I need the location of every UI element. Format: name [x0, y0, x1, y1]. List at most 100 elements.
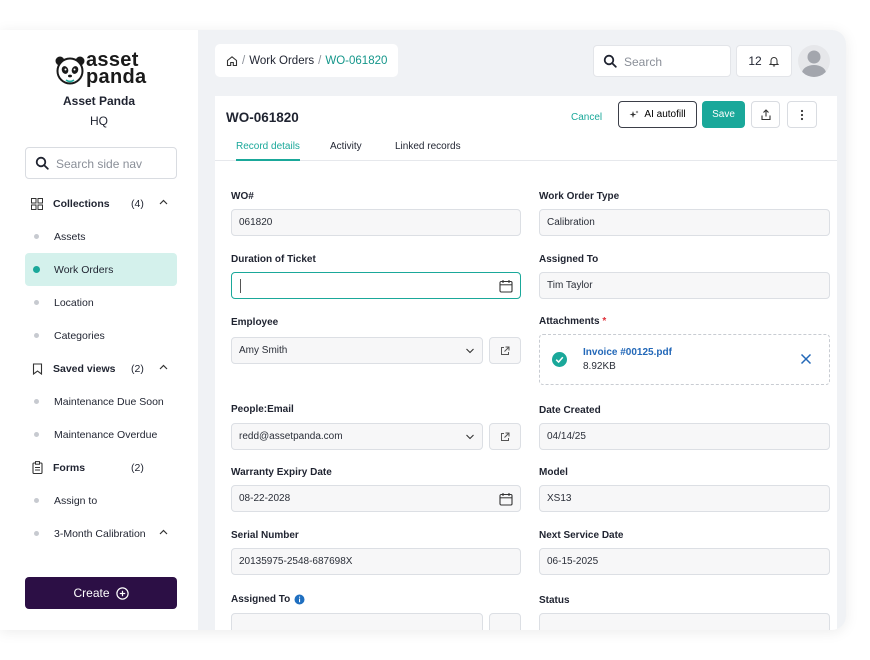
search-icon: [603, 54, 617, 68]
work-order-type-field[interactable]: Calibration: [539, 209, 830, 236]
plus-circle-icon: [115, 586, 129, 600]
employee-open-link-button[interactable]: [489, 337, 521, 364]
status-field[interactable]: [539, 613, 830, 630]
nav-count: (4): [131, 197, 144, 210]
ai-autofill-label: AI autofill: [644, 109, 686, 120]
nav-count: (2): [131, 362, 144, 375]
assigned-to-label: Assigned To: [539, 254, 599, 265]
calendar-icon[interactable]: [499, 492, 513, 506]
next-service-date-label: Next Service Date: [539, 530, 624, 541]
next-service-date-field[interactable]: 06-15-2025: [539, 548, 830, 575]
employee-select[interactable]: Amy Smith: [231, 337, 483, 364]
bullet-icon: [34, 333, 39, 338]
close-icon[interactable]: [800, 353, 812, 365]
nav-item-maintenance-due-soon[interactable]: Maintenance Due Soon: [25, 385, 177, 418]
sidebar: asset panda Asset Panda HQ Collections (…: [0, 30, 198, 630]
attachments-label: Attachments *: [539, 316, 606, 327]
user-avatar[interactable]: [798, 45, 830, 77]
nav-count: (2): [131, 461, 144, 474]
wo-number-field[interactable]: 061820: [231, 209, 521, 236]
people-email-select[interactable]: redd@assetpanda.com: [231, 423, 483, 450]
chevron-up-icon[interactable]: [159, 528, 168, 537]
share-icon: [760, 108, 771, 120]
assigned-to-2-select[interactable]: [231, 613, 483, 630]
nav-item-location[interactable]: Location: [25, 286, 177, 319]
tab-linked-records[interactable]: Linked records: [395, 141, 461, 161]
save-button[interactable]: Save: [702, 101, 745, 128]
serial-number-value: 20135975-2548-687698X: [239, 556, 353, 567]
chevron-up-icon[interactable]: [159, 198, 168, 207]
calendar-icon[interactable]: [499, 279, 513, 293]
chevron-down-icon: [466, 348, 474, 354]
required-marker: *: [602, 316, 607, 327]
global-search-input[interactable]: [624, 53, 724, 71]
status-label: Status: [539, 595, 570, 606]
assigned-to-2-label: Assigned To: [231, 594, 305, 605]
warranty-expiry-value: 08-22-2028: [239, 493, 291, 504]
nav-item-categories[interactable]: Categories: [25, 319, 177, 352]
breadcrumb: / Work Orders / WO-061820: [215, 44, 399, 77]
work-order-type-label: Work Order Type: [539, 191, 620, 202]
model-field[interactable]: XS13: [539, 485, 830, 512]
asset-panda-logo: asset panda: [54, 50, 154, 90]
brand-wordmark: asset panda: [86, 50, 147, 88]
breadcrumb-separator: /: [318, 54, 322, 67]
sparkle-icon: [629, 110, 639, 118]
record-title: WO-061820: [226, 110, 299, 125]
text-cursor: [240, 279, 241, 293]
people-email-value: redd@assetpanda.com: [239, 431, 343, 442]
nav-section-saved-views[interactable]: Saved views (2): [25, 352, 177, 385]
nav-label: Assign to: [54, 494, 98, 507]
nav-section-forms[interactable]: Forms (2): [25, 451, 177, 484]
duration-field[interactable]: [231, 272, 521, 299]
nav-label: Saved views: [53, 362, 116, 375]
nav-label: Categories: [54, 329, 105, 342]
tab-activity[interactable]: Activity: [330, 141, 362, 161]
assigned-to-2-label-text: Assigned To: [231, 594, 291, 605]
more-button[interactable]: [787, 101, 817, 128]
attachment-file-name[interactable]: Invoice #00125.pdf: [583, 347, 672, 358]
nav-item-3-month-calibration[interactable]: 3-Month Calibration: [25, 517, 177, 550]
bullet-icon: [33, 266, 40, 273]
email-open-link-button[interactable]: [489, 423, 521, 450]
tab-record-details[interactable]: Record details: [236, 141, 300, 161]
assigned-to-field[interactable]: Tim Taylor: [539, 272, 830, 299]
duration-label: Duration of Ticket: [231, 254, 316, 265]
side-nav-search-input[interactable]: [56, 155, 171, 173]
nav-item-work-orders[interactable]: Work Orders: [25, 253, 177, 286]
side-nav-search[interactable]: [25, 147, 177, 179]
info-icon[interactable]: [294, 594, 305, 605]
cancel-button[interactable]: Cancel: [571, 108, 602, 128]
nav-item-assign-to[interactable]: Assign to: [25, 484, 177, 517]
nav-item-assets[interactable]: Assets: [25, 220, 177, 253]
ai-autofill-button[interactable]: AI autofill: [618, 101, 697, 128]
serial-number-label: Serial Number: [231, 530, 299, 541]
record-card: WO-061820 Cancel AI autofill Save Record…: [215, 96, 837, 630]
chevron-up-icon[interactable]: [159, 363, 168, 372]
people-email-label: People:Email: [231, 404, 294, 415]
date-created-value: 04/14/25: [547, 431, 586, 442]
check-circle-icon: [552, 352, 567, 367]
share-button[interactable]: [751, 101, 780, 128]
serial-number-field[interactable]: 20135975-2548-687698X: [231, 548, 521, 575]
global-search[interactable]: [593, 45, 731, 77]
date-created-field[interactable]: 04/14/25: [539, 423, 830, 450]
nav-item-maintenance-overdue[interactable]: Maintenance Overdue: [25, 418, 177, 451]
breadcrumb-work-orders[interactable]: Work Orders: [249, 55, 314, 67]
org-subtitle: HQ: [90, 114, 108, 128]
next-service-date-value: 06-15-2025: [547, 556, 599, 567]
bullet-icon: [34, 432, 39, 437]
nav-section-collections[interactable]: Collections (4): [25, 187, 177, 220]
brand-line2: panda: [86, 66, 147, 88]
bullet-icon: [34, 399, 39, 404]
home-icon[interactable]: [226, 55, 238, 67]
notifications-button[interactable]: 12: [736, 45, 792, 77]
wo-number-value: 061820: [239, 217, 273, 228]
attachment-item: Invoice #00125.pdf 8.92KB: [539, 334, 830, 385]
warranty-expiry-field[interactable]: 08-22-2028: [231, 485, 521, 512]
assigned-to-2-open-link-button[interactable]: [489, 613, 521, 630]
create-button[interactable]: Create: [25, 577, 177, 609]
wo-number-label: WO#: [231, 191, 254, 202]
more-vertical-icon: [800, 109, 804, 120]
user-icon: [802, 50, 826, 77]
